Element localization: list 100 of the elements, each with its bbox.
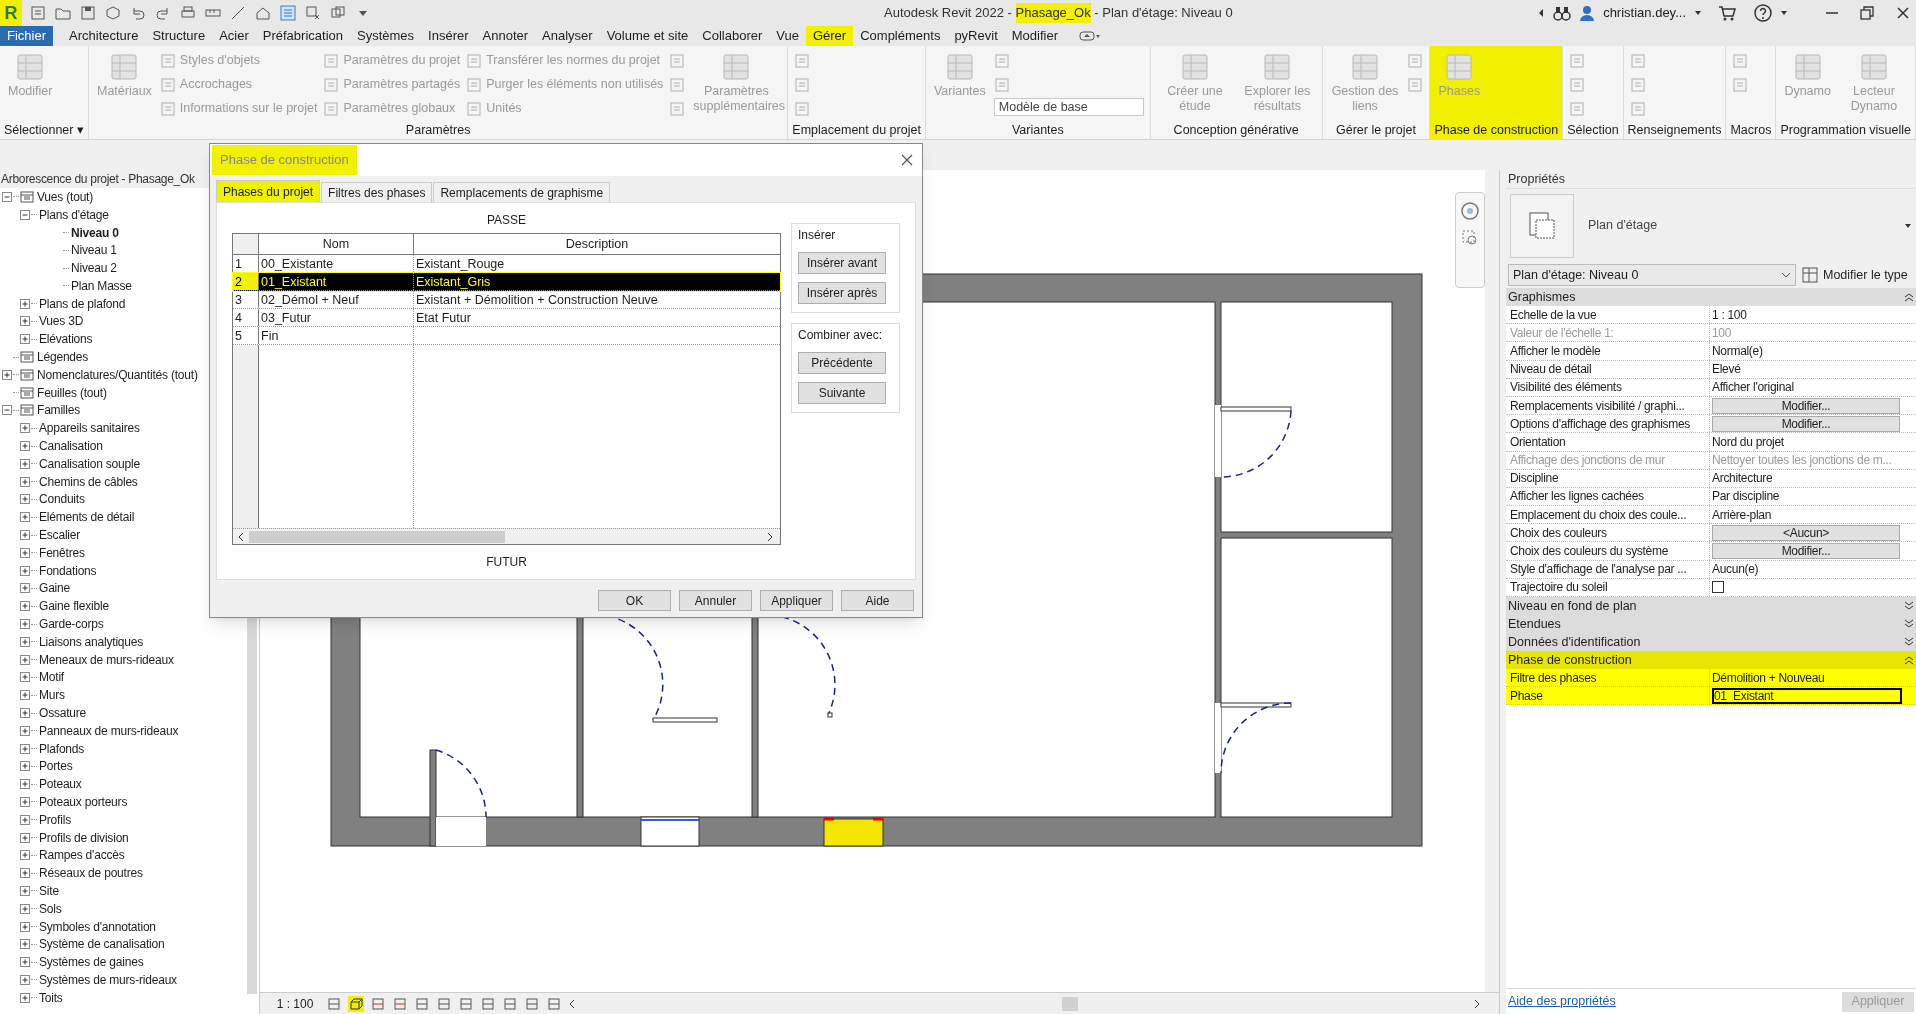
property-value[interactable]: Afficher l'original xyxy=(1712,378,1794,397)
tree-item[interactable]: Elévations xyxy=(38,330,94,349)
expand-icon[interactable] xyxy=(20,316,30,327)
expand-icon[interactable] xyxy=(20,476,30,487)
expand-icon[interactable] xyxy=(1904,601,1914,611)
ribbon-tab[interactable]: Architecture xyxy=(62,26,146,46)
expand-icon[interactable] xyxy=(20,779,30,790)
collapse-icon[interactable] xyxy=(2,191,12,202)
expand-icon[interactable] xyxy=(20,298,30,309)
tree-item[interactable]: Gaine flexible xyxy=(38,597,110,616)
tree-item[interactable]: Niveau 1 xyxy=(70,241,118,260)
tree-item[interactable]: Murs xyxy=(38,686,66,705)
table-row[interactable]: 2 01_Existant Existant_Gris xyxy=(233,273,780,291)
tree-item[interactable]: Toits xyxy=(38,988,64,1007)
property-value[interactable]: Nord du projet xyxy=(1712,432,1784,451)
tree-item[interactable]: Canalisation xyxy=(38,437,104,456)
cube-icon[interactable] xyxy=(348,995,364,1012)
expand-icon[interactable] xyxy=(20,957,30,968)
property-button[interactable]: Modifier... xyxy=(1712,415,1900,432)
tree-item[interactable]: Symboles d'annotation xyxy=(38,917,157,936)
tree-item[interactable]: Conduits xyxy=(38,490,86,509)
expand-icon[interactable] xyxy=(20,636,30,647)
expand-icon[interactable] xyxy=(20,885,30,896)
property-value[interactable]: Par discipline xyxy=(1712,487,1780,506)
tree-item[interactable]: Fondations xyxy=(38,561,98,580)
tree-item[interactable]: Fenêtres xyxy=(38,543,86,562)
ribbon-tab[interactable]: Acier xyxy=(212,26,256,46)
tree-item[interactable]: Motif xyxy=(38,668,65,687)
dialog-tab[interactable]: Phases du projet xyxy=(216,180,321,202)
expand-icon[interactable] xyxy=(20,441,30,452)
table-row[interactable]: 5 Fin xyxy=(233,327,780,345)
tree-item[interactable]: Profils xyxy=(38,810,72,829)
expand-icon[interactable] xyxy=(20,672,30,683)
tree-item[interactable]: Plans de plafond xyxy=(38,294,127,313)
dialog-button[interactable]: Suivante xyxy=(798,382,886,404)
property-button[interactable]: Modifier... xyxy=(1712,397,1900,414)
section-header[interactable]: Niveau en fond de plan xyxy=(1506,597,1916,615)
column-header[interactable]: Description xyxy=(414,234,780,254)
tree-item[interactable]: Rampes d'accès xyxy=(38,846,126,865)
expand-icon[interactable] xyxy=(20,458,30,469)
tree-item[interactable]: Plafonds xyxy=(38,739,86,758)
expand-icon[interactable] xyxy=(20,850,30,861)
expand-icon[interactable] xyxy=(20,530,30,541)
table-row[interactable]: 3 02_Démol + Neuf Existant + Démolition + Construction Neuve xyxy=(233,291,780,309)
collapse-icon[interactable] xyxy=(2,405,12,416)
expand-icon[interactable] xyxy=(20,797,30,807)
property-button[interactable]: <Aucun> xyxy=(1712,524,1900,541)
expand-icon[interactable] xyxy=(20,583,30,594)
property-value[interactable]: Normal(e) xyxy=(1712,341,1763,360)
expand-icon[interactable] xyxy=(20,423,30,434)
tree-item[interactable]: Chemins de câbles xyxy=(38,472,139,491)
expand-icon[interactable] xyxy=(20,832,30,843)
tree-item[interactable]: Canalisation souple xyxy=(38,454,141,473)
ribbon-tab[interactable]: Collaborer xyxy=(695,26,770,46)
dialog-button[interactable]: Insérer avant xyxy=(798,252,886,274)
property-value[interactable]: Elevé xyxy=(1712,360,1741,379)
tree-item[interactable]: Familles xyxy=(36,401,82,420)
tree-item[interactable]: Systèmes de gaines xyxy=(38,953,145,972)
dialog-tab[interactable]: Filtres des phases xyxy=(321,182,433,202)
tree-item[interactable]: Site xyxy=(38,882,60,900)
tree-item[interactable]: Plans d'étage xyxy=(38,205,110,224)
variant-dropdown[interactable]: Modèle de base xyxy=(993,98,1144,116)
tree-item[interactable]: Escalier xyxy=(38,526,82,545)
expand-icon[interactable] xyxy=(20,619,30,629)
property-value[interactable]: Aucun(e) xyxy=(1712,560,1759,579)
property-value[interactable]: Arrière-plan xyxy=(1712,505,1772,524)
expand-icon[interactable] xyxy=(1904,619,1914,629)
ribbon-tab[interactable]: Vue xyxy=(769,26,806,46)
dialog-tab[interactable]: Remplacements de graphisme xyxy=(433,182,611,202)
expand-icon[interactable] xyxy=(20,690,30,701)
expand-icon[interactable] xyxy=(20,601,30,612)
ribbon-tab[interactable]: Volume et site xyxy=(599,26,696,46)
expand-icon[interactable] xyxy=(20,868,30,879)
dialog-button[interactable]: Précédente xyxy=(798,352,886,374)
section-header[interactable]: Graphismes xyxy=(1506,288,1916,306)
table-row[interactable]: 4 03_Futur Etat Futur xyxy=(233,309,780,327)
checkbox[interactable] xyxy=(1712,581,1724,594)
dialog-button[interactable]: Annuler xyxy=(679,590,752,611)
expand-icon[interactable] xyxy=(1904,637,1914,647)
tree-item[interactable]: Ossature xyxy=(38,704,88,722)
tree-item[interactable]: Niveau 2 xyxy=(70,259,118,278)
tree-item[interactable]: Feuilles (tout) xyxy=(36,383,108,402)
help-link[interactable]: Aide des propriétés xyxy=(1508,992,1616,1011)
expand-icon[interactable] xyxy=(20,743,30,754)
edit-type-button[interactable]: Modifier le type xyxy=(1802,265,1908,285)
expand-icon[interactable] xyxy=(20,761,30,772)
expand-icon[interactable] xyxy=(20,921,30,932)
ribbon-tab[interactable]: Compléments xyxy=(853,26,948,46)
section-header[interactable]: Etendues xyxy=(1506,615,1916,633)
expand-icon[interactable] xyxy=(20,565,30,576)
tree-item[interactable]: Nomenclatures/Quantités (tout) xyxy=(36,365,199,384)
expand-icon[interactable] xyxy=(2,369,12,380)
tree-item[interactable]: Gaine xyxy=(38,579,72,598)
tree-item[interactable]: Garde-corps xyxy=(38,615,105,634)
user-name[interactable]: christian.dey... xyxy=(1603,3,1686,23)
tree-item[interactable]: Niveau 0 xyxy=(70,223,120,242)
tree-item[interactable]: Appareils sanitaires xyxy=(38,419,141,438)
ribbon-tab[interactable]: Gérer xyxy=(805,26,854,46)
tree-item[interactable]: Eléments de détail xyxy=(38,508,136,527)
ribbon-tab[interactable]: Préfabrication xyxy=(255,26,350,46)
